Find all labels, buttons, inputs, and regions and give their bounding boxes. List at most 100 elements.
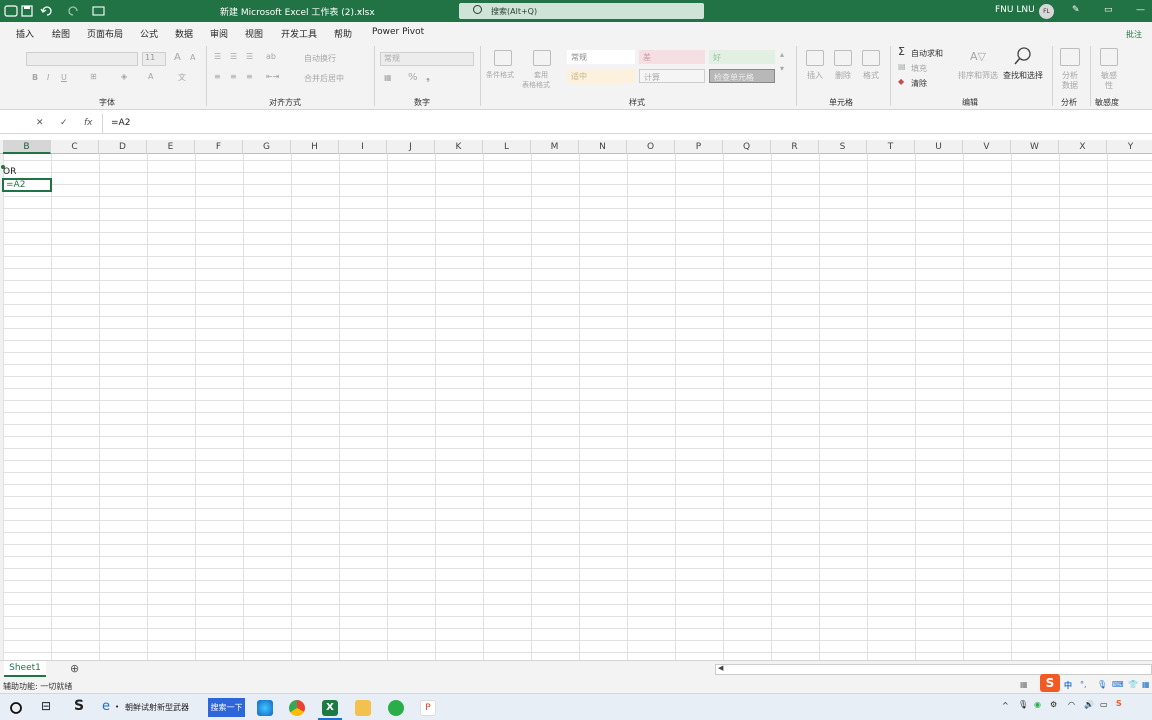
wechat-icon[interactable] [388, 700, 404, 716]
selection-handle[interactable] [1, 165, 5, 169]
tab-help[interactable]: 帮助 [334, 27, 352, 40]
sort-filter-button[interactable]: 排序和筛选 [958, 70, 998, 81]
tab-page-layout[interactable]: 页面布局 [87, 27, 123, 40]
style-good[interactable]: 好 [709, 50, 775, 64]
sensitivity-label-2[interactable]: 性 [1105, 80, 1113, 91]
underline-icon[interactable]: U [61, 73, 67, 82]
ime-mic-icon[interactable]: 🎙 [1097, 680, 1107, 689]
font-color-icon[interactable]: A [148, 72, 153, 81]
delete-cells-icon[interactable] [834, 50, 852, 66]
delete-cells-button[interactable]: 删除 [835, 70, 851, 81]
column-header[interactable]: R [771, 140, 819, 154]
orientation-icon[interactable]: ab [266, 52, 276, 61]
tab-power-pivot[interactable]: Power Pivot [372, 27, 424, 37]
app-icon-s[interactable]: S [74, 698, 84, 714]
column-header[interactable]: E [147, 140, 195, 154]
powerpoint-icon[interactable]: P [420, 700, 436, 716]
column-header[interactable]: G [243, 140, 291, 154]
column-header[interactable]: I [339, 140, 387, 154]
column-header[interactable]: B [3, 140, 51, 154]
ime-skin-icon[interactable]: 👕 [1128, 680, 1138, 689]
battery-icon[interactable]: ▭ [1100, 700, 1108, 709]
column-header[interactable]: V [963, 140, 1011, 154]
sheet-tab-sheet1[interactable]: Sheet1 [4, 661, 46, 677]
pen-icon[interactable]: ✎ [1072, 5, 1080, 15]
find-select-button[interactable]: 查找和选择 [1003, 70, 1043, 81]
styles-scroll-down-icon[interactable]: ▾ [780, 64, 784, 73]
find-select-icon[interactable] [1012, 46, 1034, 66]
fill-color-icon[interactable]: ◈ [121, 72, 127, 81]
normal-view-icon[interactable]: ▦ [1020, 680, 1028, 689]
clear-button[interactable]: 清除 [911, 78, 927, 89]
conditional-format-button[interactable]: 条件格式 [486, 70, 514, 80]
ime-keyboard-icon[interactable]: ⌨ [1112, 680, 1124, 689]
fill-button[interactable]: 填充 [911, 63, 927, 74]
ribbon-display-icon[interactable]: ▭ [1104, 5, 1113, 15]
tray-mic-icon[interactable]: 🎙 [1018, 700, 1028, 709]
sort-filter-icon[interactable]: A▽ [970, 50, 986, 63]
horizontal-scrollbar[interactable] [715, 664, 1152, 675]
bold-icon[interactable]: B [32, 73, 38, 82]
insert-function-icon[interactable]: fx [84, 118, 93, 128]
format-table-label-2[interactable]: 表格格式 [522, 80, 550, 90]
worksheet-grid[interactable] [0, 154, 1152, 660]
conditional-format-icon[interactable] [494, 50, 512, 66]
format-cells-icon[interactable] [862, 50, 880, 66]
task-view-icon[interactable]: ⊟ [41, 699, 51, 713]
column-header[interactable]: X [1059, 140, 1107, 154]
user-name[interactable]: FNU LNU [995, 5, 1035, 15]
align-right-icon[interactable]: ≡ [246, 72, 253, 81]
avatar[interactable]: FL [1039, 4, 1054, 19]
border-icon[interactable]: ⊞ [90, 72, 97, 81]
style-bad[interactable]: 差 [639, 50, 705, 64]
analyze-data-label-2[interactable]: 数据 [1062, 80, 1078, 91]
style-neutral[interactable]: 适中 [567, 69, 635, 83]
search-button[interactable]: 搜索一下 [208, 698, 245, 717]
analyze-data-icon[interactable] [1060, 48, 1080, 66]
tray-chevron-icon[interactable]: ^ [1002, 701, 1009, 710]
column-header[interactable]: N [579, 140, 627, 154]
align-center-icon[interactable]: ≡ [230, 72, 237, 81]
ime-chinese-indicator[interactable]: 中 [1064, 680, 1072, 691]
column-header[interactable]: J [387, 140, 435, 154]
number-format-select[interactable]: 常规 [380, 52, 474, 66]
tab-draw[interactable]: 绘图 [52, 27, 70, 40]
styles-scroll-up-icon[interactable]: ▴ [780, 50, 784, 59]
ime-menu-icon[interactable]: ▦ [1142, 680, 1150, 689]
column-header[interactable]: W [1011, 140, 1059, 154]
file-explorer-icon[interactable] [355, 700, 371, 716]
column-header[interactable]: P [675, 140, 723, 154]
undo-icon[interactable] [40, 4, 54, 18]
volume-icon[interactable]: 🔊 [1084, 700, 1094, 709]
column-header[interactable]: C [51, 140, 99, 154]
column-header[interactable]: K [435, 140, 483, 154]
search-box[interactable]: 搜索(Alt+Q) [459, 3, 704, 19]
cancel-icon[interactable]: ✕ [36, 118, 44, 128]
column-header[interactable]: T [867, 140, 915, 154]
edge-icon[interactable] [257, 700, 273, 716]
enter-icon[interactable]: ✓ [60, 118, 68, 128]
indent-icon[interactable]: ⇤⇥ [266, 72, 279, 81]
column-header[interactable]: M [531, 140, 579, 154]
column-header[interactable]: D [99, 140, 147, 154]
percent-icon[interactable]: % [408, 72, 418, 83]
add-sheet-icon[interactable]: ⊕ [70, 662, 79, 675]
column-header[interactable]: Y [1107, 140, 1152, 154]
column-header[interactable]: U [915, 140, 963, 154]
comma-icon[interactable]: ❟ [426, 72, 430, 83]
column-header[interactable]: F [195, 140, 243, 154]
tray-security-icon[interactable]: ⚙ [1050, 700, 1057, 709]
autosum-button[interactable]: 自动求和 [911, 48, 943, 59]
style-calculation[interactable]: 计算 [639, 69, 705, 83]
font-size-select[interactable]: 11 [142, 52, 166, 66]
wifi-icon[interactable]: ◠ [1068, 700, 1075, 709]
align-left-icon[interactable]: ≡ [214, 72, 221, 81]
chrome-icon[interactable] [289, 700, 305, 716]
formula-input[interactable]: =A2 [111, 118, 130, 128]
align-bottom-icon[interactable]: ☰ [246, 52, 253, 61]
format-cells-button[interactable]: 格式 [863, 70, 879, 81]
currency-icon[interactable]: ▦ [384, 73, 392, 82]
tray-app-icon[interactable]: ◉ [1034, 700, 1041, 709]
active-cell-b3[interactable]: =A2 [2, 178, 52, 192]
decrease-font-icon[interactable]: A [190, 53, 195, 62]
